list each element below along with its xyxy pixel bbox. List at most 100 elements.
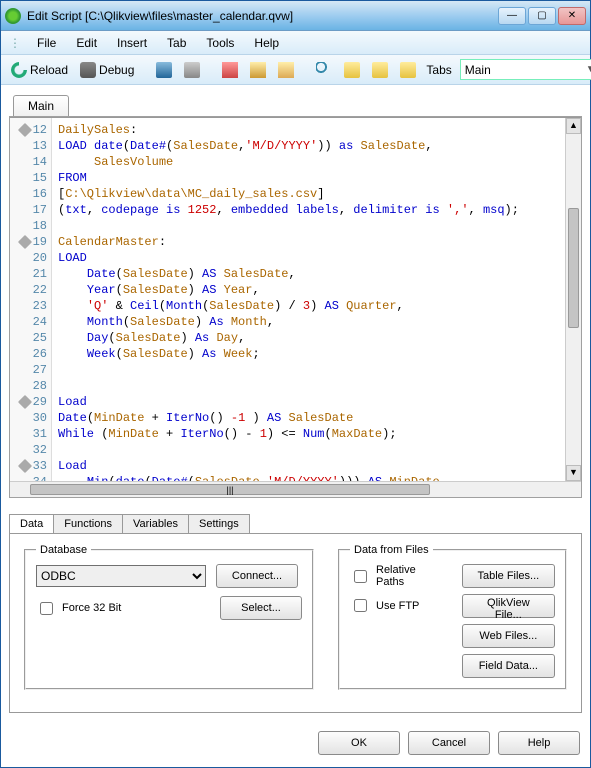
search-button[interactable]	[312, 60, 336, 80]
line-number: 16	[33, 186, 47, 202]
line-number: 18	[33, 218, 47, 234]
tabs-label: Tabs	[426, 63, 451, 77]
lower-content: Database ODBC Connect... Force 32 Bit	[9, 533, 582, 713]
use-ftp-label: Use FTP	[376, 600, 419, 612]
tabs-select[interactable]	[460, 59, 591, 80]
minimize-button[interactable]: —	[498, 7, 526, 25]
line-number: 32	[33, 442, 47, 458]
line-number: 29	[33, 394, 47, 410]
line-number: 19	[33, 234, 47, 250]
force-32bit-checkbox[interactable]: Force 32 Bit	[36, 599, 121, 618]
database-select[interactable]: ODBC	[36, 565, 206, 587]
line-number: 34	[33, 474, 47, 481]
titlebar[interactable]: Edit Script [C:\Qlikview\files\master_ca…	[1, 1, 590, 31]
force-32bit-input[interactable]	[40, 602, 53, 615]
window-controls: — ▢ ✕	[498, 7, 586, 25]
scroll-down-button[interactable]: ▼	[566, 465, 581, 481]
database-legend: Database	[36, 544, 91, 556]
debug-button[interactable]: Debug	[76, 60, 138, 80]
folder-button[interactable]	[340, 60, 364, 80]
window-title: Edit Script [C:\Qlikview\files\master_ca…	[27, 9, 293, 23]
search-icon	[316, 62, 332, 78]
folder-icon	[400, 62, 416, 78]
qlikview-file-button[interactable]: QlikView File...	[462, 594, 555, 618]
wrench-icon	[18, 395, 32, 409]
table-files-button[interactable]: Table Files...	[462, 564, 555, 588]
close-button[interactable]: ✕	[558, 7, 586, 25]
files-fieldset: Data from Files Relative Paths Use FTP	[338, 544, 567, 690]
relative-paths-checkbox[interactable]: Relative Paths	[350, 564, 446, 588]
line-number: 26	[33, 346, 47, 362]
line-number: 28	[33, 378, 47, 394]
grip-icon: ⋮	[9, 36, 21, 50]
save-button[interactable]	[152, 60, 176, 80]
menu-tools[interactable]: Tools	[198, 34, 242, 52]
folder-button3[interactable]	[396, 60, 420, 80]
menu-help[interactable]: Help	[246, 34, 287, 52]
maximize-button[interactable]: ▢	[528, 7, 556, 25]
use-ftp-checkbox[interactable]: Use FTP	[350, 596, 446, 615]
window: Edit Script [C:\Qlikview\files\master_ca…	[0, 0, 591, 768]
print-button[interactable]	[180, 60, 204, 80]
line-number: 30	[33, 410, 47, 426]
tab-settings[interactable]: Settings	[189, 514, 250, 533]
code-container: 12 13 14 15 16 17 18 19 20 21 22 23 24 2…	[10, 117, 581, 481]
reload-icon	[11, 62, 27, 78]
menubar: ⋮ File Edit Insert Tab Tools Help	[1, 31, 590, 55]
tab-functions[interactable]: Functions	[54, 514, 123, 533]
wrench-icon	[18, 459, 32, 473]
scroll-up-button[interactable]: ▲	[566, 118, 581, 134]
wrench-icon	[18, 235, 32, 249]
menu-insert[interactable]: Insert	[109, 34, 155, 52]
cut-button[interactable]	[218, 60, 242, 80]
reload-button[interactable]: Reload	[7, 60, 72, 80]
horizontal-scrollbar[interactable]: |||	[10, 481, 581, 497]
tab-variables[interactable]: Variables	[123, 514, 189, 533]
line-number: 15	[33, 170, 47, 186]
line-number: 17	[33, 202, 47, 218]
connect-button[interactable]: Connect...	[216, 564, 298, 588]
force-32bit-label: Force 32 Bit	[62, 602, 121, 614]
line-number: 25	[33, 330, 47, 346]
line-number: 22	[33, 282, 47, 298]
help-button[interactable]: Help	[498, 731, 580, 755]
vertical-scrollbar[interactable]: ▲ ▼	[565, 118, 581, 481]
editor-tab-strip: Main	[9, 93, 582, 116]
menu-file[interactable]: File	[29, 34, 64, 52]
lower-panel: Data Functions Variables Settings Databa…	[9, 514, 582, 713]
web-files-button[interactable]: Web Files...	[462, 624, 555, 648]
scroll-thumb[interactable]	[568, 208, 579, 328]
cut-icon	[222, 62, 238, 78]
menu-tab[interactable]: Tab	[159, 34, 194, 52]
select-button[interactable]: Select...	[220, 596, 302, 620]
relative-paths-input[interactable]	[354, 570, 367, 583]
lower-tabs: Data Functions Variables Settings	[9, 514, 582, 533]
copy-button[interactable]	[246, 60, 270, 80]
editor-tab-main[interactable]: Main	[13, 95, 69, 117]
line-number: 27	[33, 362, 47, 378]
code-editor[interactable]: DailySales: LOAD date(Date#(SalesDate,'M…	[52, 118, 565, 481]
database-fieldset: Database ODBC Connect... Force 32 Bit	[24, 544, 314, 690]
line-number: 31	[33, 426, 47, 442]
field-data-button[interactable]: Field Data...	[462, 654, 555, 678]
line-number: 12	[33, 122, 47, 138]
dialog-buttons: OK Cancel Help	[1, 721, 590, 767]
line-number: 33	[33, 458, 47, 474]
paste-button[interactable]	[274, 60, 298, 80]
folder-button2[interactable]	[368, 60, 392, 80]
line-number: 14	[33, 154, 47, 170]
save-icon	[156, 62, 172, 78]
reload-label: Reload	[30, 63, 68, 77]
tab-data[interactable]: Data	[9, 514, 54, 533]
folder-icon	[372, 62, 388, 78]
paste-icon	[278, 62, 294, 78]
use-ftp-input[interactable]	[354, 599, 367, 612]
ok-button[interactable]: OK	[318, 731, 400, 755]
hscroll-thumb[interactable]: |||	[30, 484, 430, 495]
cancel-button[interactable]: Cancel	[408, 731, 490, 755]
line-number: 23	[33, 298, 47, 314]
line-number: 13	[33, 138, 47, 154]
app-icon	[5, 8, 21, 24]
menu-edit[interactable]: Edit	[68, 34, 105, 52]
editor-area: 12 13 14 15 16 17 18 19 20 21 22 23 24 2…	[9, 116, 582, 498]
